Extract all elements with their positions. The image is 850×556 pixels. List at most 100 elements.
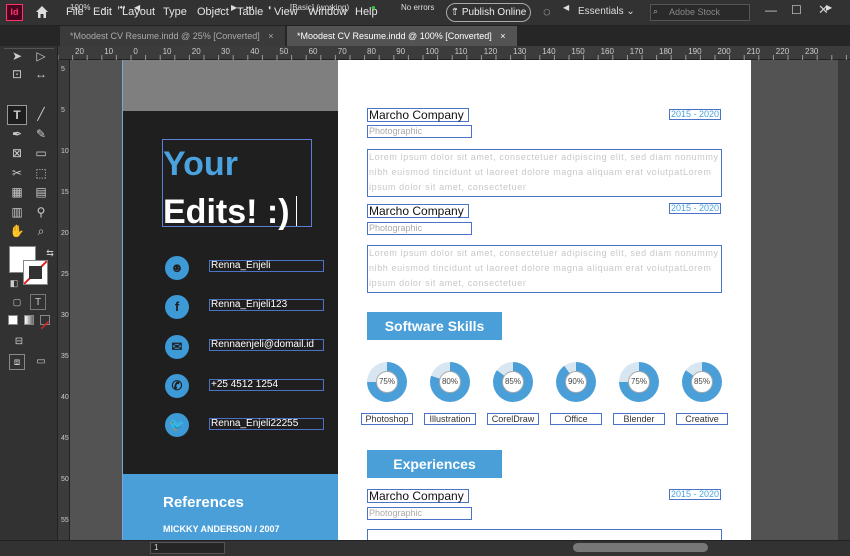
ruler-mark: 60 bbox=[308, 47, 318, 56]
open-page-icon[interactable]: ◐ bbox=[268, 3, 273, 12]
hand-tool-icon[interactable]: ✋ bbox=[9, 223, 25, 239]
tab-document-25[interactable]: *Moodest CV Resume.indd @ 25% [Converted… bbox=[60, 26, 285, 46]
formatting-text-icon[interactable]: T bbox=[30, 294, 46, 310]
rectangle-tool-icon[interactable]: ▭ bbox=[33, 145, 49, 161]
skill-ring[interactable]: 75% bbox=[619, 362, 659, 402]
gradient-feather-tool-icon[interactable]: ▤ bbox=[33, 184, 49, 200]
phone-icon: ✆ bbox=[165, 374, 189, 398]
job-description[interactable]: Lorem ipsum dolor sit amet, consectetuer… bbox=[367, 149, 722, 197]
contact-facebook[interactable]: Renna_Enjeli123 bbox=[209, 299, 324, 311]
scissors-tool-icon[interactable]: ✂ bbox=[9, 165, 25, 181]
skill-ring[interactable]: 85% bbox=[682, 362, 722, 402]
job-role[interactable]: Photographic bbox=[367, 125, 472, 138]
vertical-ruler-mark: 50 bbox=[61, 476, 69, 483]
swap-colors-icon[interactable]: ⇆ bbox=[42, 245, 58, 261]
eyedropper-tool-icon[interactable]: ⚲ bbox=[33, 204, 49, 220]
job-description[interactable] bbox=[367, 529, 722, 540]
workspace-label: Essentials bbox=[578, 6, 624, 17]
direct-selection-tool-icon[interactable]: ▷ bbox=[33, 48, 49, 64]
zoom-level[interactable]: 100% bbox=[70, 3, 90, 12]
software-skills-heading[interactable]: Software Skills bbox=[367, 312, 502, 340]
scroll-left-icon[interactable]: ◀ bbox=[563, 3, 569, 12]
contact-twitter[interactable]: Renna_Enjeli22255 bbox=[209, 418, 324, 430]
note-tool-icon[interactable]: ▥ bbox=[9, 204, 25, 220]
person-icon: ☻ bbox=[165, 256, 189, 280]
apply-gradient-icon[interactable] bbox=[24, 315, 34, 325]
previous-page-icon[interactable]: ◀ bbox=[134, 3, 140, 12]
job-years[interactable]: 2015 - 2020 bbox=[669, 203, 721, 214]
company-name[interactable]: Marcho Company bbox=[367, 204, 469, 218]
free-transform-tool-icon[interactable]: ⬚ bbox=[33, 165, 49, 181]
contact-username[interactable]: Renna_Enjeli bbox=[209, 260, 324, 272]
job-years[interactable]: 2015 - 2020 bbox=[669, 109, 721, 120]
menu-type[interactable]: Type bbox=[163, 6, 187, 18]
skill-label[interactable]: Creative bbox=[676, 413, 728, 425]
skill-label[interactable]: Illustration bbox=[424, 413, 476, 425]
gradient-swatch-tool-icon[interactable]: ▦ bbox=[9, 184, 25, 200]
headline-text-frame[interactable]: Your Edits! :) bbox=[162, 139, 312, 231]
last-page-icon[interactable]: ⏭ bbox=[246, 3, 253, 13]
preflight-profile[interactable]: [Basic] (working) bbox=[290, 3, 349, 12]
vertical-ruler-mark: 10 bbox=[61, 148, 69, 155]
pen-tool-icon[interactable]: ✒ bbox=[9, 126, 25, 142]
contact-email[interactable]: Rennaenjeli@domail.id bbox=[209, 339, 324, 351]
photo-placeholder[interactable] bbox=[123, 60, 338, 111]
tab-document-100[interactable]: *Moodest CV Resume.indd @ 100% [Converte… bbox=[287, 26, 517, 46]
normal-mode-icon[interactable]: ⊟ bbox=[11, 334, 27, 350]
maximize-icon[interactable]: ☐ bbox=[791, 3, 802, 17]
first-page-icon[interactable]: ⏮ bbox=[118, 3, 125, 13]
job-years[interactable]: 2015 - 2020 bbox=[669, 489, 721, 500]
menu-object[interactable]: Object bbox=[197, 6, 229, 18]
skill-ring[interactable]: 75% bbox=[367, 362, 407, 402]
job-role[interactable]: Photographic bbox=[367, 507, 472, 520]
next-page-icon[interactable]: ▶ bbox=[231, 3, 237, 12]
apply-color-icon[interactable] bbox=[8, 315, 18, 325]
page-number-field[interactable]: 1 bbox=[150, 542, 225, 554]
tab-close-icon[interactable]: × bbox=[500, 31, 505, 41]
job-role[interactable]: Photographic bbox=[367, 222, 472, 235]
lightbulb-icon[interactable]: ◌ bbox=[543, 4, 551, 19]
skill-ring[interactable]: 80% bbox=[430, 362, 470, 402]
skill-label[interactable]: Photoshop bbox=[361, 413, 413, 425]
horizontal-scrollbar[interactable] bbox=[573, 543, 708, 552]
type-tool-icon[interactable]: T bbox=[7, 105, 27, 125]
home-icon[interactable] bbox=[34, 4, 50, 20]
rectangle-frame-tool-icon[interactable]: ⊠ bbox=[9, 145, 25, 161]
gap-tool-icon[interactable]: ↔ bbox=[33, 66, 49, 82]
tab-close-icon[interactable]: × bbox=[268, 31, 273, 41]
skill-label[interactable]: Blender bbox=[613, 413, 665, 425]
vertical-scrollbar[interactable] bbox=[838, 60, 850, 540]
formatting-container-icon[interactable]: ▢ bbox=[9, 294, 25, 310]
minimize-icon[interactable]: — bbox=[765, 3, 777, 17]
line-tool-icon[interactable]: ╱ bbox=[33, 106, 49, 122]
skill-label[interactable]: Office bbox=[550, 413, 602, 425]
apply-none-icon[interactable] bbox=[40, 315, 50, 330]
publish-online-button[interactable]: ⇧ Publish Online bbox=[446, 3, 531, 22]
pencil-tool-icon[interactable]: ✎ bbox=[33, 126, 49, 142]
company-name[interactable]: Marcho Company bbox=[367, 489, 469, 503]
preflight-status[interactable]: No errors bbox=[401, 3, 434, 12]
experiences-heading[interactable]: Experiences bbox=[367, 450, 502, 478]
company-name[interactable]: Marcho Company bbox=[367, 108, 469, 122]
adobe-stock-search[interactable]: Adobe Stock bbox=[650, 4, 750, 21]
zoom-dropdown-icon[interactable]: ⌄ bbox=[100, 3, 107, 12]
ruler-mark: 20 bbox=[75, 47, 84, 56]
page-tool-icon[interactable]: ⊡ bbox=[9, 66, 25, 82]
page-dropdown-icon[interactable]: ⌄ bbox=[216, 3, 223, 12]
default-colors-icon[interactable]: ◧ bbox=[6, 275, 22, 291]
workspace-switcher[interactable]: Essentials ⌄ bbox=[578, 6, 635, 17]
preflight-dropdown-icon[interactable]: ⌄ bbox=[452, 3, 459, 12]
contact-phone[interactable]: +25 4512 1254 bbox=[209, 379, 324, 391]
zoom-tool-icon[interactable]: ⌕ bbox=[33, 223, 49, 239]
selection-tool-icon[interactable]: ➤ bbox=[9, 48, 25, 64]
skill-label[interactable]: CorelDraw bbox=[487, 413, 539, 425]
screen-mode-icon[interactable]: ⧈ bbox=[9, 354, 25, 370]
vertical-ruler-mark: 25 bbox=[61, 271, 69, 278]
skill-ring[interactable]: 90% bbox=[556, 362, 596, 402]
ruler-mark: 110 bbox=[454, 47, 468, 56]
scroll-right-icon[interactable]: ▶ bbox=[826, 3, 832, 12]
skill-ring[interactable]: 85% bbox=[493, 362, 533, 402]
stroke-swatch[interactable] bbox=[23, 260, 48, 285]
job-description[interactable]: Lorem ipsum dolor sit amet, consectetuer… bbox=[367, 245, 722, 293]
preview-mode-icon[interactable]: ▭ bbox=[33, 354, 49, 370]
